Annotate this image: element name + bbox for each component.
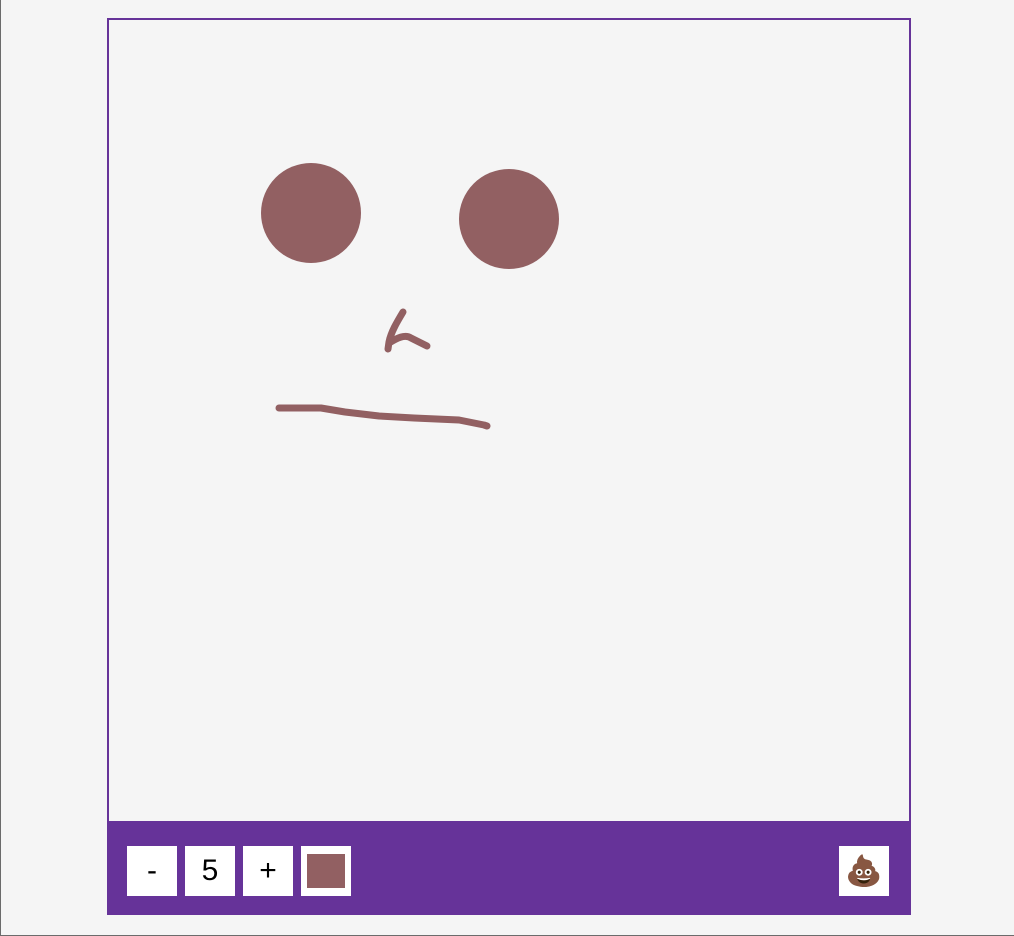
color-picker-button[interactable]: [301, 846, 351, 896]
drawn-circle-left-eye: [261, 163, 361, 263]
drawn-stroke-mouth: [275, 404, 491, 430]
drawn-stroke-nose: [384, 308, 431, 353]
drawing-app: - 5 + 💩: [107, 18, 911, 915]
drawn-circle-right-eye: [459, 169, 559, 269]
pile-of-poo-icon: 💩: [845, 854, 883, 888]
color-swatch: [307, 854, 345, 888]
toolbar: - 5 + 💩: [107, 821, 911, 915]
decrease-brush-size-button[interactable]: -: [127, 846, 177, 896]
drawing-surface[interactable]: [109, 20, 909, 822]
increase-brush-size-button[interactable]: +: [243, 846, 293, 896]
page: - 5 + 💩: [0, 0, 1014, 936]
drawing-canvas[interactable]: [107, 18, 911, 822]
clear-canvas-button[interactable]: 💩: [839, 846, 889, 896]
brush-size-display: 5: [185, 846, 235, 896]
